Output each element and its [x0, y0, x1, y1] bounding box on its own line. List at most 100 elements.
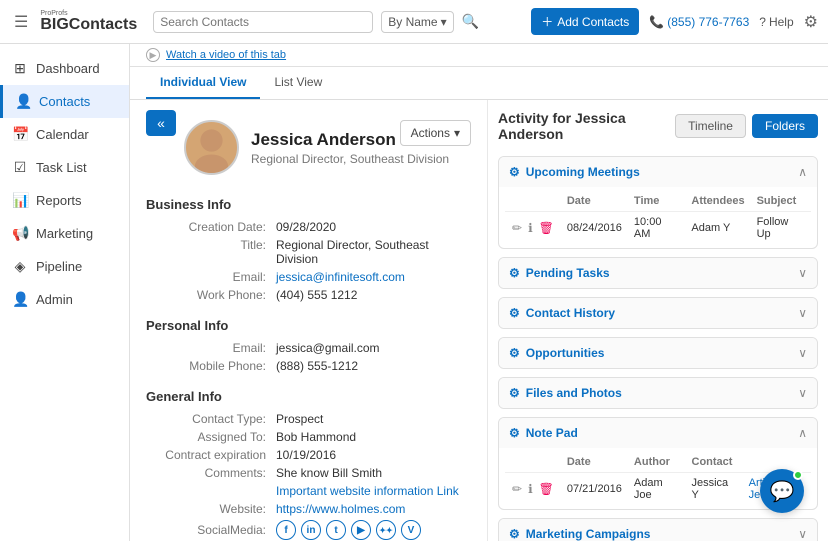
- upcoming-meetings-header[interactable]: ⚙ Upcoming Meetings ∧: [499, 157, 817, 187]
- business-info-section: Business Info Creation Date: 09/28/2020 …: [146, 197, 471, 304]
- contact-history-section: ⚙ Contact History ∨: [498, 297, 818, 329]
- contact-type-label: Contact Type:: [146, 412, 276, 426]
- chat-icon: 💬: [770, 479, 795, 504]
- upcoming-meetings-title: ⚙ Upcoming Meetings: [509, 165, 640, 179]
- sidebar-label-pipeline: Pipeline: [36, 259, 82, 274]
- comments-value: She know Bill Smith: [276, 466, 382, 480]
- twitter-icon[interactable]: t: [326, 520, 346, 540]
- dashboard-icon: ⊞: [12, 60, 28, 77]
- personal-info-section: Personal Info Email: jessica@gmail.com M…: [146, 318, 471, 375]
- contact-history-header[interactable]: ⚙ Contact History ∨: [499, 298, 817, 328]
- work-phone-label: Work Phone:: [146, 288, 276, 302]
- creation-date-value: 09/28/2020: [276, 220, 336, 234]
- sidebar-item-contacts[interactable]: 👤 Contacts: [0, 85, 129, 118]
- tasklist-icon: ☑: [12, 159, 28, 176]
- col-date: Date: [561, 191, 628, 212]
- phone-link[interactable]: 📞 (855) 776-7763: [649, 15, 749, 29]
- youtube-icon[interactable]: ▶: [351, 520, 371, 540]
- search-box: [153, 11, 373, 33]
- contract-exp-label: Contract expiration: [146, 448, 276, 462]
- email-label: Email:: [146, 270, 276, 284]
- help-link[interactable]: ? Help: [759, 15, 793, 29]
- collapse-panel-button[interactable]: «: [146, 110, 176, 136]
- sidebar-item-pipeline[interactable]: ◈ Pipeline: [0, 250, 129, 283]
- sidebar-item-dashboard[interactable]: ⊞ Dashboard: [0, 52, 129, 85]
- social-label: SocialMedia:: [146, 523, 276, 537]
- gear-icon: ⚙: [509, 527, 520, 541]
- sidebar-item-tasklist[interactable]: ☑ Task List: [0, 151, 129, 184]
- vimeo-icon[interactable]: V: [401, 520, 421, 540]
- activity-title: Activity for Jessica Anderson: [498, 110, 675, 142]
- opportunities-header[interactable]: ⚙ Opportunities ∨: [499, 338, 817, 368]
- chevron-up-icon: ∧: [798, 426, 807, 440]
- facebook-icon[interactable]: f: [276, 520, 296, 540]
- sidebar-item-marketing[interactable]: 📢 Marketing: [0, 217, 129, 250]
- gear-icon: ⚙: [509, 306, 520, 320]
- tab-list-view[interactable]: List View: [260, 67, 336, 99]
- activity-tabs: Timeline Folders: [675, 114, 818, 138]
- app-logo: ProProfs BIGContacts: [40, 10, 137, 33]
- chevron-down-icon: ▾: [454, 126, 460, 140]
- chevron-up-icon: ∧: [798, 165, 807, 179]
- meeting-attendees: Adam Y: [685, 212, 750, 245]
- actions-button[interactable]: Actions ▾: [400, 120, 471, 146]
- creation-date-label: Creation Date:: [146, 220, 276, 234]
- general-info-title: General Info: [146, 389, 471, 404]
- mobile-phone-value: (888) 555-1212: [276, 359, 358, 373]
- files-photos-section: ⚙ Files and Photos ∨: [498, 377, 818, 409]
- chevron-down-icon: ∨: [798, 527, 807, 541]
- sidebar-label-marketing: Marketing: [36, 226, 93, 241]
- business-info-title: Business Info: [146, 197, 471, 212]
- video-icon: ▶: [146, 48, 160, 62]
- tab-individual-view[interactable]: Individual View: [146, 67, 260, 99]
- gear-icon: ⚙: [509, 426, 520, 440]
- gear-icon: ⚙: [509, 266, 520, 280]
- contact-title: Regional Director, Southeast Division: [251, 152, 449, 166]
- sidebar-item-calendar[interactable]: 📅 Calendar: [0, 118, 129, 151]
- sidebar-label-tasklist: Task List: [36, 160, 87, 175]
- col-contact: Contact: [686, 452, 743, 473]
- assigned-to-value: Bob Hammond: [276, 430, 356, 444]
- delete-icon[interactable]: 🗑: [538, 220, 555, 236]
- comments-link[interactable]: Important website information Link: [276, 484, 459, 498]
- video-text[interactable]: Watch a video of this tab: [166, 49, 286, 61]
- email-value[interactable]: jessica@infinitesoft.com: [276, 270, 405, 284]
- notepad-header[interactable]: ⚙ Note Pad ∧: [499, 418, 817, 448]
- chat-button[interactable]: 💬: [760, 469, 804, 513]
- linkedin-icon[interactable]: in: [301, 520, 321, 540]
- sidebar-label-admin: Admin: [36, 292, 73, 307]
- add-icon: ＋: [541, 13, 553, 30]
- sidebar-label-reports: Reports: [36, 193, 82, 208]
- add-contacts-button[interactable]: ＋ Add Contacts: [531, 8, 639, 35]
- sort-dropdown[interactable]: By Name ▾: [381, 11, 453, 33]
- search-icon[interactable]: 🔍: [462, 13, 479, 30]
- website-value[interactable]: https://www.holmes.com: [276, 502, 405, 516]
- chevron-down-icon: ∨: [798, 346, 807, 360]
- info-icon[interactable]: ℹ: [527, 220, 534, 236]
- chevron-down-icon: ∨: [798, 306, 807, 320]
- flickr-icon[interactable]: ✦✦: [376, 520, 396, 540]
- general-info-section: General Info Contact Type: Prospect Assi…: [146, 389, 471, 541]
- calendar-icon: 📅: [12, 126, 28, 143]
- table-row: ✏ ℹ 🗑 08/24/2016 10:00 AM Adam Y: [505, 212, 811, 245]
- logo-big: BIGContacts: [40, 17, 137, 33]
- chevron-down-icon: ∨: [798, 386, 807, 400]
- chat-online-indicator: [793, 470, 803, 480]
- sidebar-item-reports[interactable]: 📊 Reports: [0, 184, 129, 217]
- tab-timeline[interactable]: Timeline: [675, 114, 746, 138]
- tab-folders[interactable]: Folders: [752, 114, 818, 138]
- settings-button[interactable]: ⚙: [804, 12, 818, 32]
- edit-icon[interactable]: ✏: [511, 220, 523, 236]
- col-actions: [505, 191, 561, 212]
- files-photos-header[interactable]: ⚙ Files and Photos ∨: [499, 378, 817, 408]
- upcoming-meetings-table: Date Time Attendees Subject: [505, 191, 811, 244]
- contact-detail-panel: « Jessica Anderson Regional Director, So…: [130, 100, 488, 541]
- pending-tasks-header[interactable]: ⚙ Pending Tasks ∨: [499, 258, 817, 288]
- col-attendees: Attendees: [685, 191, 750, 212]
- search-input[interactable]: [160, 15, 366, 29]
- hamburger-menu-button[interactable]: ☰: [10, 8, 32, 36]
- title-value: Regional Director, Southeast Division: [276, 238, 471, 266]
- sidebar-item-admin[interactable]: 👤 Admin: [0, 283, 129, 316]
- upcoming-meetings-section: ⚙ Upcoming Meetings ∧ Date: [498, 156, 818, 249]
- meeting-time: 10:00 AM: [628, 212, 685, 245]
